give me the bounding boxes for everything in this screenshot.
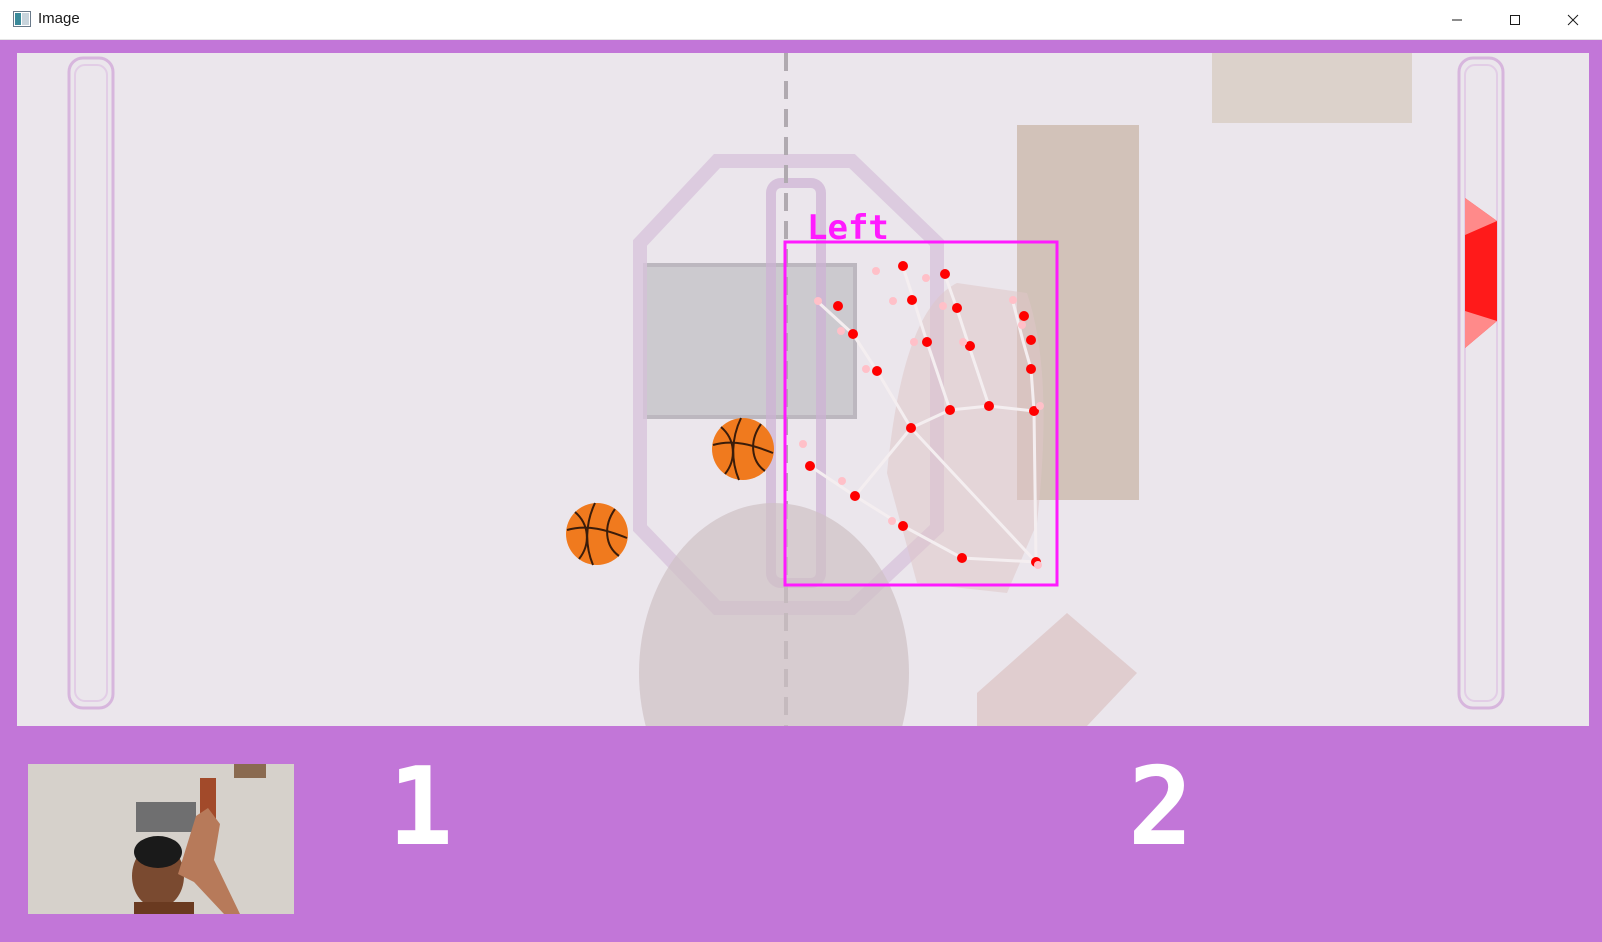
close-button[interactable] — [1544, 0, 1602, 39]
person-arm — [977, 613, 1137, 726]
game-canvas[interactable]: Left 1 2 — [0, 40, 1602, 942]
minimize-button[interactable] — [1428, 0, 1486, 39]
app-window: Image Left 1 2 — [0, 0, 1602, 942]
court: Left — [17, 53, 1589, 726]
score-right: 2 — [1128, 745, 1194, 870]
maximize-button[interactable] — [1486, 0, 1544, 39]
webcam-preview — [28, 764, 294, 914]
wall-frame-top — [1212, 53, 1412, 123]
webcam-thumbnail — [28, 764, 294, 914]
person-head — [639, 503, 909, 726]
ball-2 — [566, 502, 628, 566]
ball-1 — [712, 417, 774, 481]
image-window-icon — [13, 11, 31, 27]
score-bar: 1 2 — [0, 726, 1602, 942]
minimize-icon — [1452, 19, 1462, 20]
hand-label: Left — [807, 208, 889, 248]
close-icon — [1567, 14, 1579, 25]
window-title: Image — [38, 10, 80, 27]
score-left: 1 — [388, 745, 454, 870]
maximize-icon — [1510, 14, 1520, 25]
camera-background — [67, 53, 1505, 726]
title-bar[interactable]: Image — [0, 0, 1602, 40]
